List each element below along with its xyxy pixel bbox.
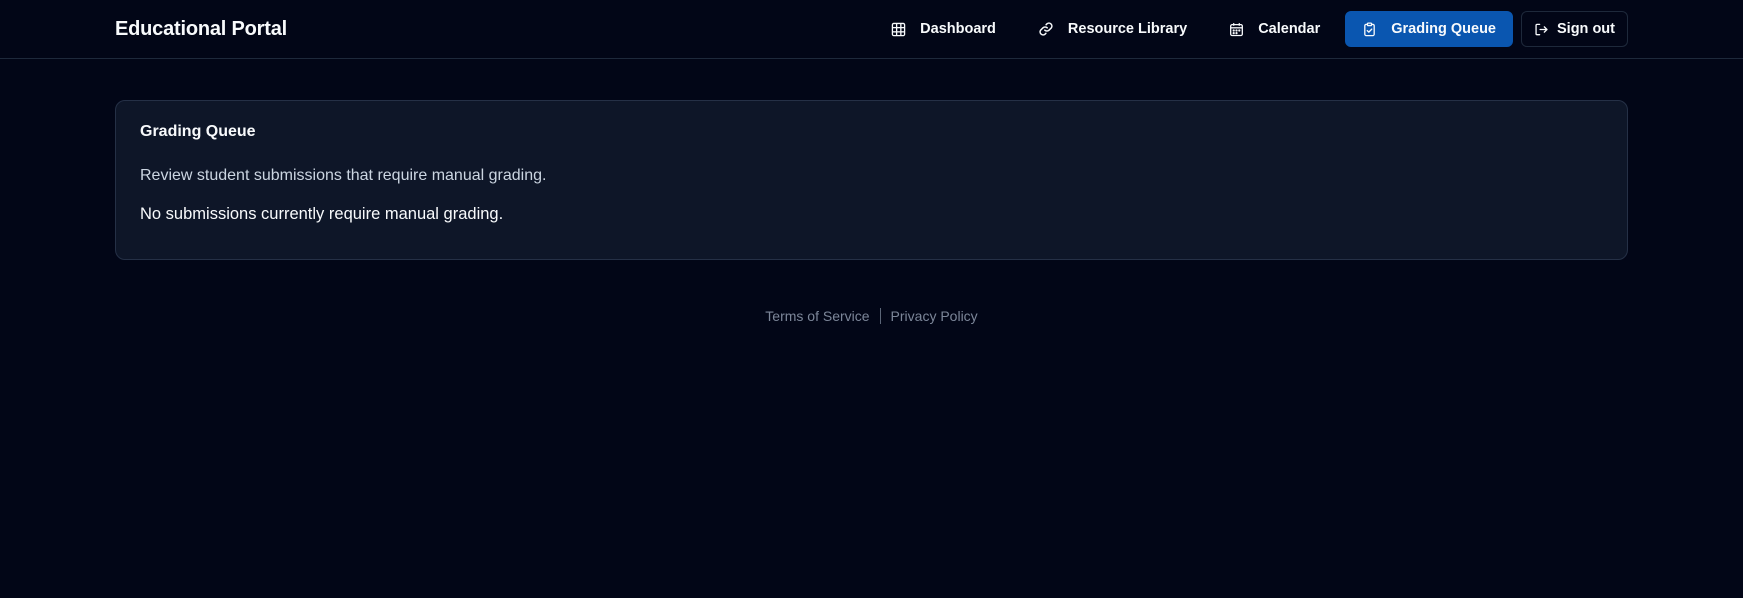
nav-calendar-label: Calendar — [1258, 21, 1321, 37]
main-nav: Dashboard Resource Library Calendar Grad… — [874, 11, 1628, 47]
nav-grading-queue[interactable]: Grading Queue — [1345, 11, 1513, 47]
sign-out-button[interactable]: Sign out — [1521, 11, 1628, 47]
link-icon — [1038, 21, 1054, 37]
nav-dashboard[interactable]: Dashboard — [874, 11, 1013, 47]
grid-icon — [891, 22, 906, 37]
nav-resource-library-label: Resource Library — [1067, 21, 1188, 37]
terms-of-service-link[interactable]: Terms of Service — [765, 308, 869, 324]
nav-grading-queue-label: Grading Queue — [1391, 21, 1496, 37]
nav-dashboard-label: Dashboard — [920, 21, 996, 37]
footer-divider — [879, 308, 881, 324]
sign-out-icon — [1534, 22, 1549, 37]
grading-queue-card: Grading Queue Review student submissions… — [115, 100, 1628, 260]
card-description: Review student submissions that require … — [140, 167, 547, 184]
sign-out-label: Sign out — [1557, 21, 1615, 37]
top-navbar: Educational Portal Dashboard Resource Li… — [0, 0, 1743, 59]
card-title: Grading Queue — [140, 123, 256, 140]
calendar-icon — [1229, 22, 1244, 37]
empty-state-message: No submissions currently require manual … — [140, 205, 504, 223]
privacy-policy-link[interactable]: Privacy Policy — [891, 308, 978, 324]
main-content: Grading Queue Review student submissions… — [0, 59, 1743, 324]
nav-resource-library[interactable]: Resource Library — [1021, 11, 1204, 47]
clipboard-check-icon — [1362, 21, 1377, 37]
brand-title[interactable]: Educational Portal — [115, 18, 287, 41]
nav-calendar[interactable]: Calendar — [1212, 11, 1337, 47]
footer: Terms of Service Privacy Policy — [115, 308, 1628, 324]
